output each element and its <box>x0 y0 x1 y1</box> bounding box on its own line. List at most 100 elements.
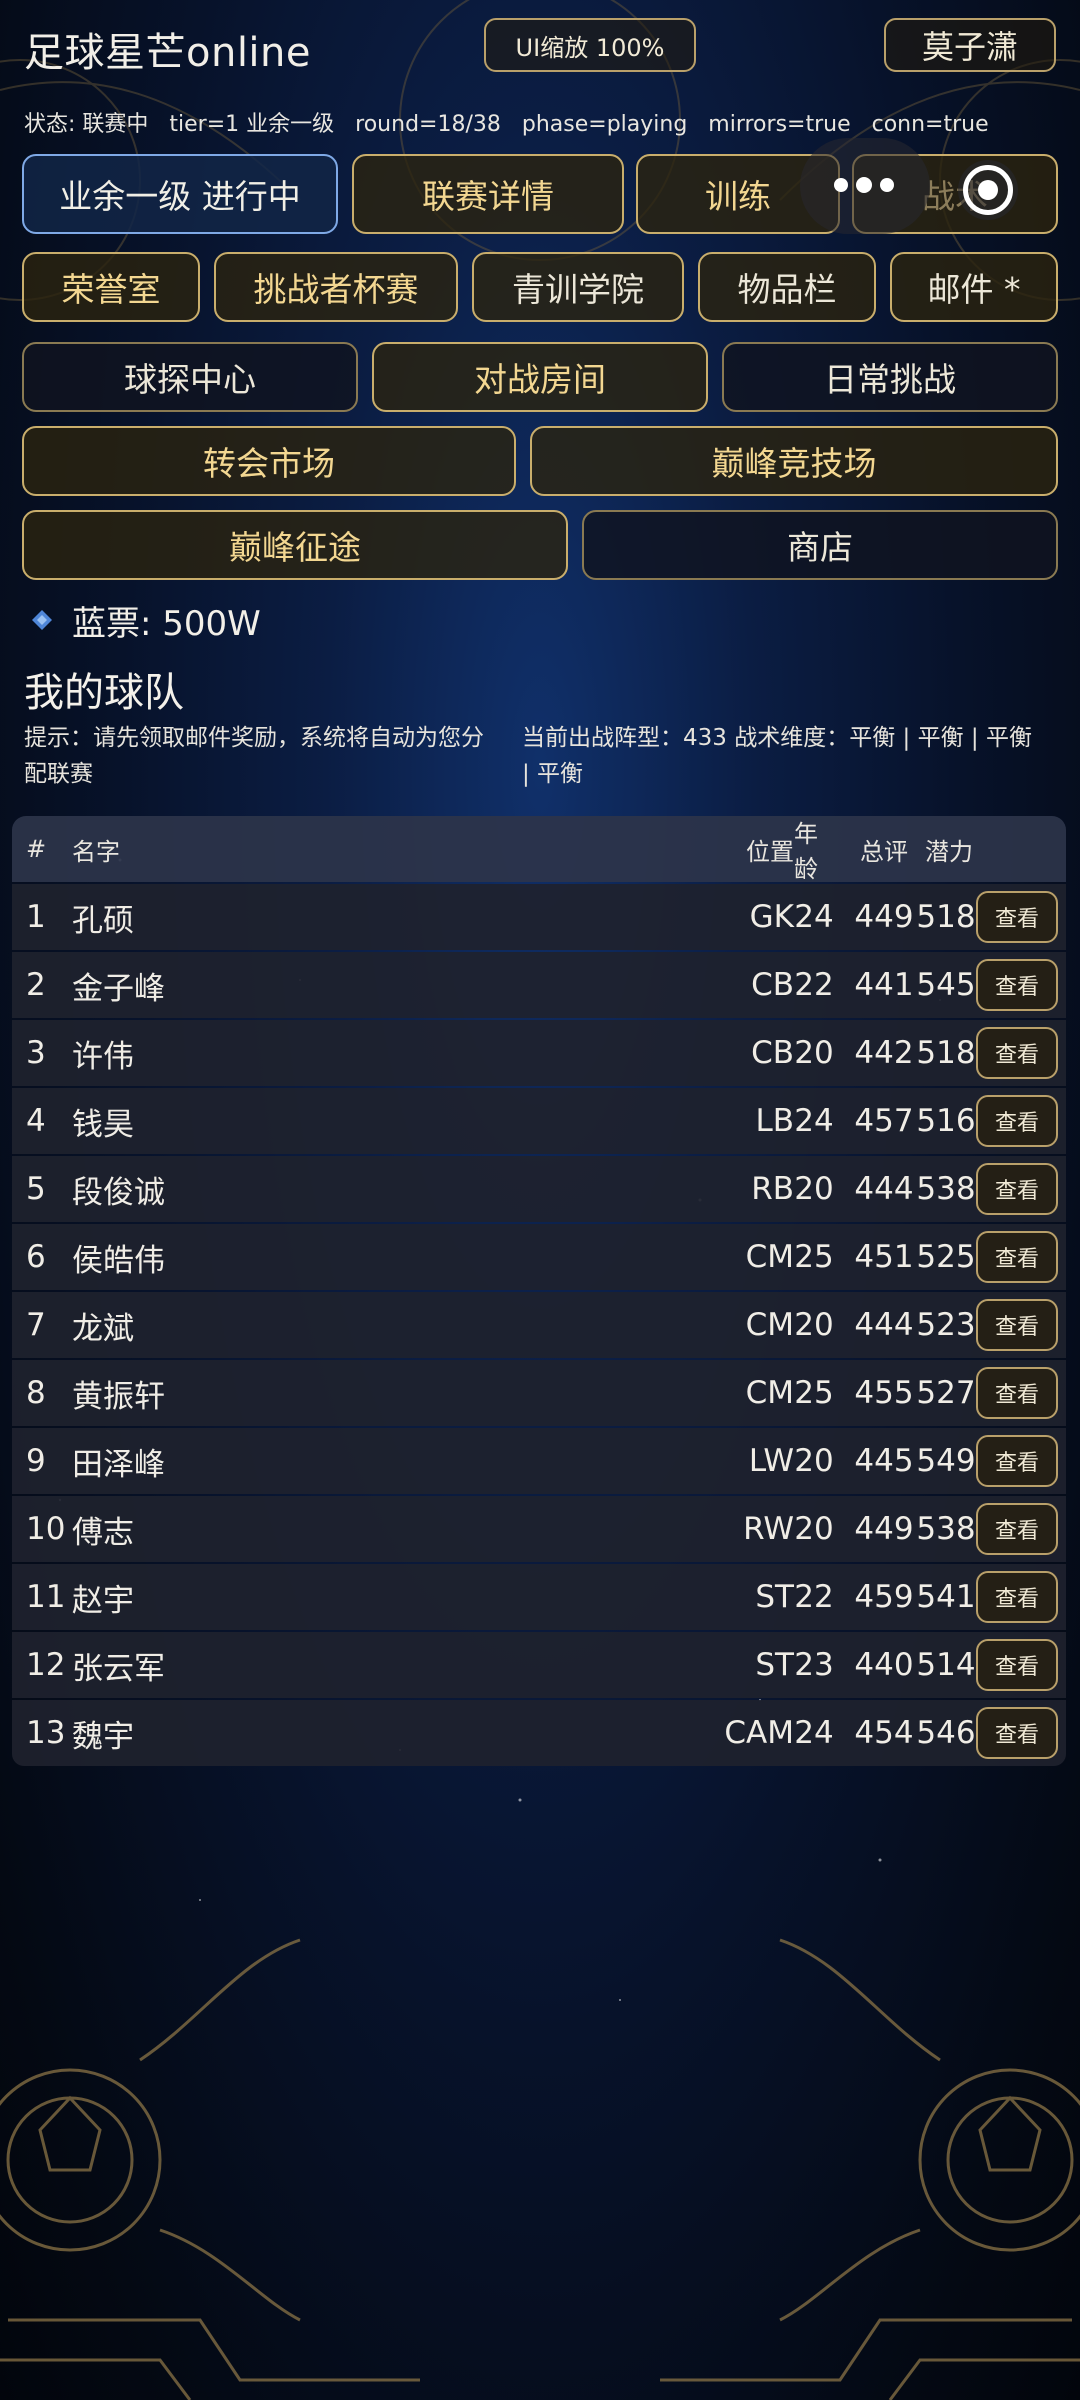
player-age: 20 <box>794 1511 834 1547</box>
league-detail-button[interactable]: 联赛详情 <box>352 154 624 234</box>
player-position: GK <box>749 899 794 935</box>
row-num: 13 <box>26 1715 66 1751</box>
player-position: RB <box>751 1171 794 1207</box>
player-name: 金子峰 <box>72 970 165 1007</box>
player-overall: 454 <box>854 1715 914 1751</box>
row-num: 1 <box>26 899 46 935</box>
player-position: RW <box>743 1511 794 1547</box>
view-player-button[interactable]: 查看 <box>976 1027 1058 1079</box>
view-player-button[interactable]: 查看 <box>976 1435 1058 1487</box>
row-num: 7 <box>26 1307 46 1343</box>
daily-challenge-button[interactable]: 日常挑战 <box>722 342 1058 412</box>
row-num: 12 <box>26 1647 66 1683</box>
player-name: 黄振轩 <box>72 1378 165 1415</box>
player-position: LB <box>755 1103 794 1139</box>
player-overall: 445 <box>854 1443 914 1479</box>
ui-zoom-button[interactable]: UI缩放 100% <box>484 18 696 72</box>
mail-button[interactable]: 邮件 * <box>890 252 1058 322</box>
user-name-button[interactable]: 莫子潇 <box>884 18 1056 72</box>
peak-arena-button[interactable]: 巅峰竞技场 <box>530 426 1058 496</box>
player-overall: 441 <box>854 967 914 1003</box>
player-name: 傅志 <box>72 1514 134 1551</box>
view-player-button[interactable]: 查看 <box>976 1571 1058 1623</box>
peak-journey-button[interactable]: 巅峰征途 <box>22 510 568 580</box>
player-potential: 518 <box>916 1035 976 1071</box>
header-pot: 潜力 <box>925 837 973 866</box>
table-row: 4 钱昊 LB 24 457 516 查看 <box>12 1088 1066 1154</box>
view-player-button[interactable]: 查看 <box>976 1707 1058 1759</box>
header-age: 年龄 <box>794 820 818 883</box>
row-num: 6 <box>26 1239 46 1275</box>
player-age: 20 <box>794 1171 834 1207</box>
table-row: 11 赵宇 ST 22 459 541 查看 <box>12 1564 1066 1630</box>
view-player-button[interactable]: 查看 <box>976 1639 1058 1691</box>
app-title: 足球星芒online <box>24 30 312 76</box>
battle-room-button[interactable]: 对战房间 <box>372 342 708 412</box>
view-player-button[interactable]: 查看 <box>976 959 1058 1011</box>
player-potential: 538 <box>916 1171 976 1207</box>
view-player-button[interactable]: 查看 <box>976 891 1058 943</box>
player-overall: 440 <box>854 1647 914 1683</box>
top-bar: 足球星芒online UI缩放 100% 莫子潇 <box>24 16 1056 76</box>
player-age: 25 <box>794 1239 834 1275</box>
view-player-button[interactable]: 查看 <box>976 1299 1058 1351</box>
player-table: # 名字 位置 年龄 总评 潜力 1 孔硕 GK 24 449 518 查看 2 金子峰 CB 22… <box>12 816 1066 1766</box>
player-age: 22 <box>794 967 834 1003</box>
more-dots-icon[interactable] <box>834 177 894 194</box>
row-num: 11 <box>26 1579 66 1615</box>
view-player-button[interactable]: 查看 <box>976 1163 1058 1215</box>
my-team-title: 我的球队 <box>24 670 184 716</box>
player-overall: 449 <box>854 1511 914 1547</box>
player-potential: 549 <box>916 1443 976 1479</box>
player-name: 许伟 <box>72 1038 134 1075</box>
view-player-button[interactable]: 查看 <box>976 1231 1058 1283</box>
player-age: 20 <box>794 1307 834 1343</box>
inventory-button[interactable]: 物品栏 <box>698 252 876 322</box>
transfer-market-button[interactable]: 转会市场 <box>22 426 516 496</box>
status-phase: phase=playing <box>521 112 688 137</box>
close-target-button[interactable] <box>958 160 1018 220</box>
honor-room-button[interactable]: 荣誉室 <box>22 252 200 322</box>
table-row: 1 孔硕 GK 24 449 518 查看 <box>12 884 1066 950</box>
challenger-cup-button[interactable]: 挑战者杯赛 <box>214 252 458 322</box>
table-row: 13 魏宇 CAM 24 454 546 查看 <box>12 1700 1066 1766</box>
player-age: 24 <box>794 1715 834 1751</box>
player-potential: 516 <box>916 1103 976 1139</box>
player-overall: 444 <box>854 1171 914 1207</box>
header-pos: 位置 <box>746 837 794 866</box>
scout-center-button[interactable]: 球探中心 <box>22 342 358 412</box>
status-line: 状态: 联赛中 tier=1 业余一级 round=18/38 phase=pl… <box>24 106 1003 138</box>
player-position: ST <box>755 1579 794 1615</box>
player-potential: 545 <box>916 967 976 1003</box>
player-overall: 444 <box>854 1307 914 1343</box>
status-mirrors: mirrors=true <box>708 112 851 137</box>
row-num: 2 <box>26 967 46 1003</box>
player-age: 20 <box>794 1035 834 1071</box>
corner-ornament-bottom-right <box>660 1938 1080 2400</box>
player-overall: 459 <box>854 1579 914 1615</box>
shop-button[interactable]: 商店 <box>582 510 1058 580</box>
view-player-button[interactable]: 查看 <box>976 1095 1058 1147</box>
youth-academy-button[interactable]: 青训学院 <box>472 252 684 322</box>
floating-menu-capsule[interactable] <box>800 138 930 234</box>
player-position: CAM <box>724 1715 794 1751</box>
view-player-button[interactable]: 查看 <box>976 1367 1058 1419</box>
player-position: ST <box>755 1647 794 1683</box>
player-overall: 451 <box>854 1239 914 1275</box>
player-age: 24 <box>794 1103 834 1139</box>
view-player-button[interactable]: 查看 <box>976 1503 1058 1555</box>
player-potential: 525 <box>916 1239 976 1275</box>
table-header: # 名字 位置 年龄 总评 潜力 <box>12 816 1066 883</box>
player-name: 魏宇 <box>72 1718 134 1755</box>
row-num: 10 <box>26 1511 66 1547</box>
corner-ornament-bottom-left <box>0 1938 420 2400</box>
player-position: CM <box>745 1239 794 1275</box>
player-potential: 546 <box>916 1715 976 1751</box>
player-name: 赵宇 <box>72 1582 134 1619</box>
player-name: 段俊诚 <box>72 1174 165 1211</box>
formation-info: 当前出战阵型：433 战术维度：平衡 | 平衡 | 平衡 | 平衡 <box>522 725 1032 787</box>
status-conn: conn=true <box>871 112 989 137</box>
league-status-button[interactable]: 业余一级 进行中 <box>22 154 338 234</box>
player-position: CM <box>745 1307 794 1343</box>
player-overall: 449 <box>854 899 914 935</box>
